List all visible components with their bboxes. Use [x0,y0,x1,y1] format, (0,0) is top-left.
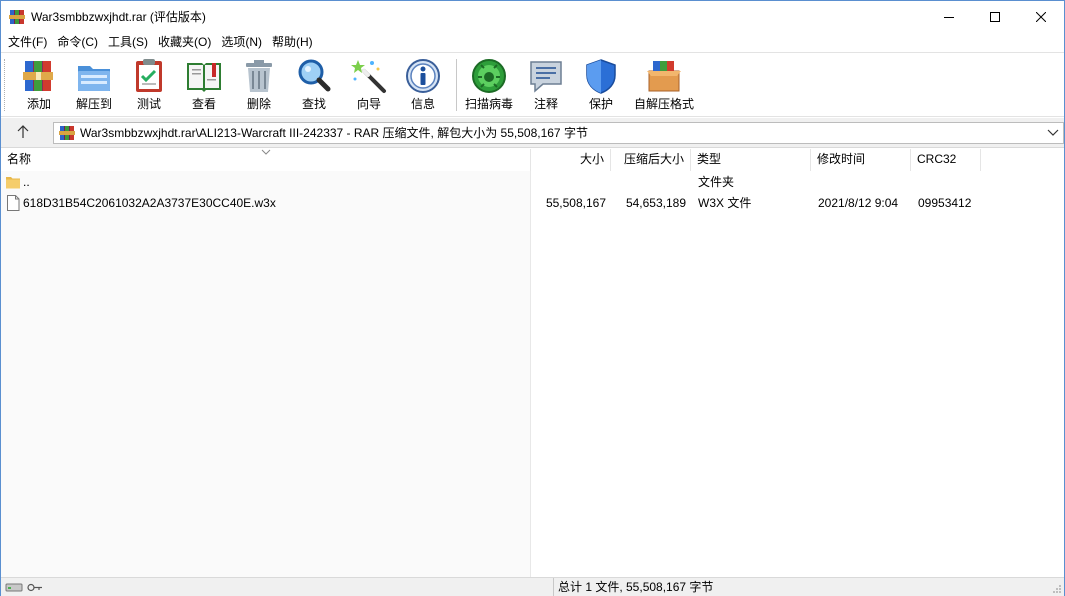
sort-chevron-icon [261,149,271,155]
delete-button[interactable]: 删除 [240,57,278,115]
file-name: .. [23,175,30,189]
sfx-label: 自解压格式 [633,97,694,111]
up-arrow-icon[interactable] [15,124,31,140]
menu-favorites[interactable]: 收藏夹(O) [153,32,216,52]
toolbar-separator [456,59,457,111]
menu-file[interactable]: 文件(F) [3,32,52,52]
close-button[interactable] [1018,1,1064,32]
minimize-button[interactable] [926,1,972,32]
toolbar-grip[interactable] [4,59,7,111]
trash-icon [246,60,272,92]
file-type: 文件夹 [698,175,735,189]
find-button[interactable]: 查找 [295,57,333,115]
close-icon [1036,11,1046,22]
file-modified: 2021/8/12 9:04 [818,196,899,210]
virus-scan-button[interactable]: 扫描病毒 [463,57,515,115]
resize-grip-icon[interactable] [1052,584,1062,594]
status-divider [553,578,554,596]
status-text: 总计 1 文件, 55,508,167 字节 [558,580,714,594]
file-list: 名称 大小 压缩后大小 类型 修改时间 CRC32 .. 文件夹 618D31B… [1,149,1064,577]
comment-button[interactable]: 注释 [527,57,565,115]
toolbar: 添加 解压到 测试 查看 删除 查找 向导 信息 扫描病毒 注释 保护 自解压格… [1,52,1064,117]
delete-label: 删除 [246,97,271,111]
add-label: 添加 [26,97,51,111]
title-bar[interactable]: War3smbbzwxjhdt.rar (评估版本) [1,1,1064,32]
menu-tools[interactable]: 工具(S) [103,32,153,52]
file-name: 618D31B54C2061032A2A3737E30CC40E.w3x [23,196,276,210]
menu-help[interactable]: 帮助(H) [267,32,318,52]
menu-commands[interactable]: 命令(C) [52,32,103,52]
virus-scan-icon [472,59,506,93]
add-archive-icon [23,61,53,91]
minimize-icon [944,16,954,18]
window-title: War3smbbzwxjhdt.rar (评估版本) [31,10,206,24]
info-icon [406,59,440,93]
extract-to-button[interactable]: 解压到 [73,57,115,115]
test-clipboard-icon [136,59,162,92]
file-icon [7,195,20,211]
view-button[interactable]: 查看 [181,57,227,115]
find-label: 查找 [301,97,326,111]
column-size[interactable]: 大小 [531,149,611,171]
file-row-parent[interactable]: .. 文件夹 [1,172,1064,192]
menu-options[interactable]: 选项(N) [216,32,267,52]
add-button[interactable]: 添加 [20,57,58,115]
test-button[interactable]: 测试 [130,57,168,115]
info-button[interactable]: 信息 [404,57,442,115]
view-book-icon [187,63,221,92]
column-packed-size[interactable]: 压缩后大小 [611,149,691,171]
maximize-icon [990,11,1000,22]
protect-button[interactable]: 保护 [582,57,620,115]
archive-icon [59,126,75,140]
sfx-box-icon [647,61,681,92]
path-field[interactable]: War3smbbzwxjhdt.rar\ALI213-Warcraft III-… [53,122,1064,144]
protect-label: 保护 [588,97,613,111]
file-type: W3X 文件 [698,196,752,210]
column-modified[interactable]: 修改时间 [811,149,911,171]
info-label: 信息 [410,97,435,111]
wizard-button[interactable]: 向导 [350,57,388,115]
drive-key-icon[interactable] [5,580,45,594]
winrar-window: War3smbbzwxjhdt.rar (评估版本) 文件(F) 命令(C) 工… [0,0,1065,596]
chevron-down-icon[interactable] [1047,128,1059,138]
shield-icon [586,59,616,94]
path-text: War3smbbzwxjhdt.rar\ALI213-Warcraft III-… [80,126,588,140]
address-bar: War3smbbzwxjhdt.rar\ALI213-Warcraft III-… [1,118,1064,148]
file-size: 55,508,167 [545,196,606,210]
folder-icon [6,177,20,189]
sfx-button[interactable]: 自解压格式 [633,57,695,115]
wizard-wand-icon [351,60,386,93]
column-type[interactable]: 类型 [691,149,811,171]
comment-icon [530,61,562,93]
winrar-app-icon [9,10,25,24]
test-label: 测试 [136,97,161,111]
status-bar: 总计 1 文件, 55,508,167 字节 [1,577,1064,596]
file-row[interactable]: 618D31B54C2061032A2A3737E30CC40E.w3x 55,… [1,193,1064,213]
file-packed-size: 54,653,189 [625,196,686,210]
comment-label: 注释 [533,97,558,111]
column-crc32[interactable]: CRC32 [911,149,981,171]
virus-scan-label: 扫描病毒 [464,97,513,111]
magnifier-icon [298,59,331,92]
name-column-background [1,171,531,577]
view-label: 查看 [191,97,216,111]
wizard-label: 向导 [356,97,381,111]
column-header: 名称 大小 压缩后大小 类型 修改时间 CRC32 [1,149,1064,171]
menu-bar: 文件(F) 命令(C) 工具(S) 收藏夹(O) 选项(N) 帮助(H) [1,32,1064,52]
extract-to-label: 解压到 [75,97,112,111]
file-crc32: 09953412 [918,196,972,210]
maximize-button[interactable] [972,1,1018,32]
extract-folder-icon [78,66,110,91]
